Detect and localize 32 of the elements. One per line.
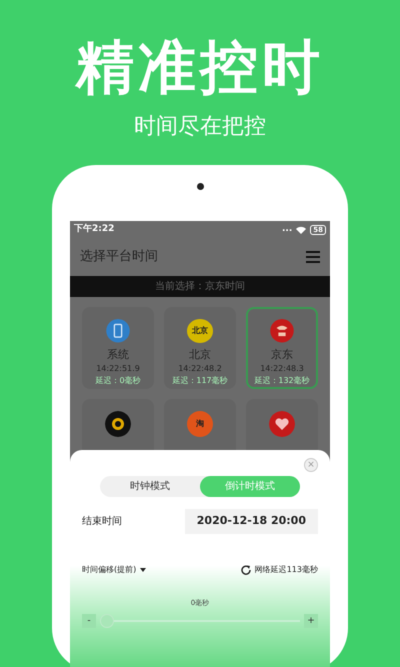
subtitle: 时间尽在把控	[133, 113, 267, 141]
platform-card[interactable]: 系统 14:22:51.9 延迟：0毫秒	[82, 307, 154, 389]
platform-delay: 延迟：132毫秒	[254, 375, 310, 387]
status-time: 下午2:22	[74, 222, 114, 236]
logo-icon: 淘	[187, 411, 213, 437]
caret-icon[interactable]	[140, 568, 146, 572]
end-time-field[interactable]: 2020-12-18 20:00	[184, 509, 318, 534]
minus-button[interactable]: -	[82, 614, 96, 628]
offset-dropdown[interactable]: 时间偏移(提前)	[82, 564, 136, 576]
end-time-label: 结束时间	[82, 514, 122, 529]
headline: 精准控时	[74, 32, 325, 96]
screen-title: 选择平台时间	[80, 248, 158, 266]
platform-name: 北京	[189, 346, 211, 362]
platform-delay: 延迟：0毫秒	[95, 375, 141, 387]
menu-icon[interactable]	[306, 251, 320, 263]
logo-icon: 北京	[187, 319, 213, 342]
refresh-icon[interactable]	[240, 564, 251, 574]
platform-delay: 延迟：117毫秒	[172, 375, 228, 387]
platform-time: 14:22:51.9	[96, 363, 140, 375]
platform-name: 系统	[107, 346, 129, 362]
selection-banner: 当前选择：京东时间	[70, 276, 330, 297]
wifi-icon	[296, 226, 306, 234]
status-dots: ...	[282, 222, 292, 236]
platform-time: 14:22:48.3	[260, 363, 304, 375]
platform-card[interactable]: 京东 14:22:48.3 延迟：132毫秒	[246, 307, 318, 389]
platform-card[interactable]: 北京 北京 14:22:48.2 延迟：117毫秒	[164, 307, 236, 389]
slider-thumb[interactable]	[100, 614, 114, 628]
plus-button[interactable]: +	[304, 614, 318, 628]
platform-time: 14:22:48.2	[178, 363, 222, 375]
speaker-dot	[197, 183, 204, 190]
network-delay: 网络延迟113毫秒	[254, 564, 318, 576]
platform-name: 京东	[271, 346, 293, 362]
